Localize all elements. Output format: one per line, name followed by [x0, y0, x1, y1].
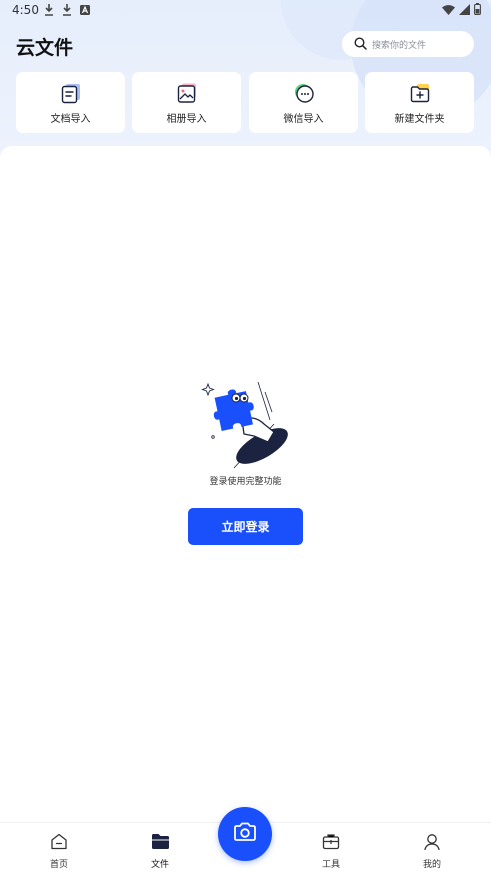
nav-label: 文件 — [150, 860, 169, 870]
new-folder-button[interactable]: 新建文件夹 — [365, 72, 474, 133]
home-icon — [50, 833, 68, 854]
action-label: 微信导入 — [283, 114, 324, 125]
battery-icon — [474, 3, 481, 18]
status-bar: 4:50 — [0, 0, 491, 22]
status-time: 4:50 — [12, 3, 39, 17]
wechat-import-button[interactable]: 微信导入 — [249, 72, 358, 133]
user-icon — [423, 833, 441, 854]
camera-scan-button[interactable] — [218, 807, 272, 861]
puzzle-illustration — [196, 380, 296, 474]
album-import-button[interactable]: 相册导入 — [132, 72, 241, 133]
download-icon — [44, 4, 54, 19]
wifi-icon — [442, 4, 455, 18]
nav-label: 工具 — [321, 860, 340, 870]
login-prompt-text: 登录使用完整功能 — [209, 477, 282, 487]
login-button[interactable]: 立即登录 — [188, 508, 303, 545]
action-label: 相册导入 — [166, 114, 207, 125]
download-icon — [62, 4, 72, 19]
nav-item-home[interactable]: 首页 — [29, 833, 89, 870]
search-icon — [354, 35, 367, 54]
nav-item-tools[interactable]: 工具 — [301, 833, 361, 870]
page-title: 云文件 — [16, 37, 74, 59]
a-icon — [80, 4, 90, 18]
action-label: 新建文件夹 — [394, 114, 445, 125]
nav-item-files[interactable]: 文件 — [130, 833, 190, 870]
search-input[interactable]: 搜索你的文件 — [342, 31, 474, 57]
toolbox-icon — [322, 833, 340, 854]
nav-label: 首页 — [49, 860, 68, 870]
wechat-import-icon — [293, 82, 315, 104]
folder-icon — [151, 833, 170, 854]
document-import-button[interactable]: 文档导入 — [16, 72, 125, 133]
nav-label: 我的 — [422, 860, 441, 870]
document-import-icon — [60, 82, 82, 104]
nav-item-profile[interactable]: 我的 — [402, 833, 462, 870]
signal-icon — [459, 3, 470, 18]
search-placeholder: 搜索你的文件 — [372, 40, 427, 51]
album-import-icon — [176, 82, 198, 104]
new-folder-icon — [409, 82, 431, 104]
action-label: 文档导入 — [50, 114, 91, 125]
camera-icon — [233, 822, 257, 846]
